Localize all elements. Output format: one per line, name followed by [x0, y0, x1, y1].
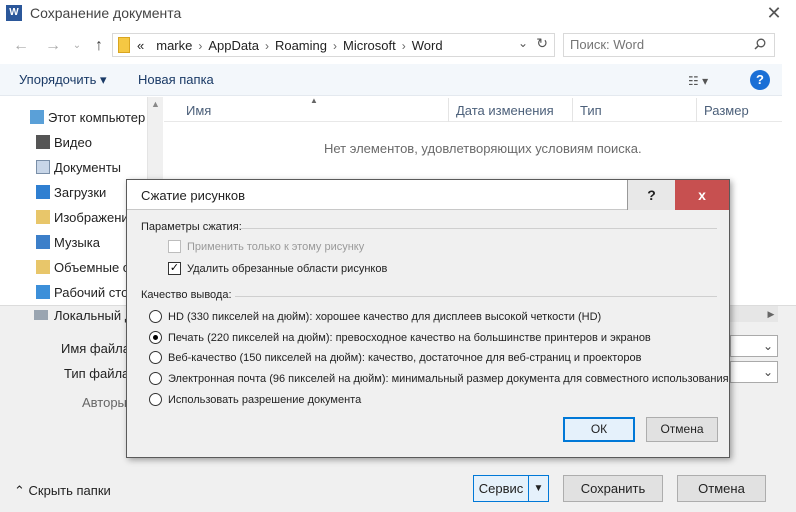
sidebar-item-desktop[interactable]: Рабочий сто	[36, 285, 128, 305]
service-button[interactable]: Сервис ▼	[473, 475, 549, 502]
breadcrumb-appdata[interactable]: AppData	[208, 38, 259, 53]
video-folder-icon	[36, 135, 50, 149]
filename-input[interactable]: ⌄	[730, 335, 778, 357]
filetype-select[interactable]: ⌄	[730, 361, 778, 383]
delete-cropped-checkbox[interactable]: ✓	[168, 262, 181, 275]
column-date-modified[interactable]: Дата изменения	[456, 103, 554, 118]
chevron-up-icon: ⌃	[14, 483, 25, 498]
breadcrumb-overflow[interactable]: «	[137, 38, 144, 53]
compress-pictures-dialog: Сжатие рисунков ? x Параметры сжатия: Пр…	[126, 179, 730, 458]
breadcrumb: « marke › AppData › Roaming › Microsoft › Word	[137, 38, 443, 53]
filetype-label: Тип файла	[64, 366, 130, 381]
column-type[interactable]: Тип	[580, 103, 602, 118]
column-name[interactable]: Имя	[186, 103, 211, 118]
authors-label: Авторы	[82, 395, 127, 410]
search-icon[interactable]	[754, 38, 766, 50]
sidebar-item-this-pc[interactable]: Этот компьютер	[30, 110, 145, 130]
dropdown-triangle-icon[interactable]: ▼	[528, 476, 548, 501]
sidebar-item-3d-objects[interactable]: Объемные о	[36, 260, 130, 280]
window-titlebar: W Сохранение документа ✕	[0, 0, 796, 28]
save-button[interactable]: Сохранить	[563, 475, 663, 502]
chevron-right-icon[interactable]: ›	[402, 39, 406, 53]
dialog-help-button[interactable]: ?	[627, 180, 675, 210]
computer-icon	[30, 110, 44, 124]
sidebar-item-local-disk[interactable]: Локальный д	[34, 308, 132, 323]
quality-radio-email[interactable]	[149, 372, 162, 385]
help-icon[interactable]: ?	[750, 70, 770, 90]
quality-label-web: Веб-качество (150 пикселей на дюйм): кач…	[168, 352, 642, 364]
sidebar-item-pictures[interactable]: Изображения	[36, 210, 136, 230]
desktop-folder-icon	[36, 285, 50, 299]
hide-folders-button[interactable]: ⌃ Скрыть папки	[14, 483, 111, 499]
breadcrumb-word[interactable]: Word	[412, 38, 443, 53]
column-size[interactable]: Размер	[704, 103, 749, 118]
drive-icon	[34, 310, 48, 320]
sidebar-item-music[interactable]: Музыка	[36, 235, 100, 255]
dialog-title: Сжатие рисунков	[141, 188, 246, 203]
cancel-button[interactable]: Отмена	[677, 475, 766, 502]
chevron-right-icon[interactable]: ›	[333, 39, 337, 53]
music-folder-icon	[36, 235, 50, 249]
breadcrumb-microsoft[interactable]: Microsoft	[343, 38, 396, 53]
ok-button[interactable]: ОК	[563, 417, 635, 442]
dialog-titlebar: Сжатие рисунков ? x	[127, 180, 729, 210]
quality-radio-hd[interactable]	[149, 310, 162, 323]
quality-label-print: Печать (220 пикселей на дюйм): превосход…	[168, 332, 651, 344]
view-options-icon[interactable]: ☷ ▾	[688, 74, 708, 88]
quality-label-hd: HD (330 пикселей на дюйм): хорошее качес…	[168, 311, 602, 323]
quality-label-email: Электронная почта (96 пикселей на дюйм):…	[168, 373, 729, 385]
empty-results-message: Нет элементов, удовлетворяющих условиям …	[324, 141, 642, 156]
quality-label-document: Использовать разрешение документа	[168, 394, 362, 406]
chevron-right-icon[interactable]: ›	[265, 39, 269, 53]
file-list-scrollbar[interactable]	[782, 64, 796, 304]
window-title: Сохранение документа	[30, 5, 182, 21]
scroll-up-icon[interactable]: ▲	[151, 99, 160, 109]
dialog-cancel-button[interactable]: Отмена	[646, 417, 718, 442]
chevron-down-icon[interactable]: ⌄	[763, 365, 773, 379]
search-box[interactable]	[563, 33, 775, 57]
new-folder-button[interactable]: Новая папка	[138, 72, 214, 87]
breadcrumb-marke[interactable]: marke	[156, 38, 192, 53]
recent-chevron-icon[interactable]: ⌄	[66, 35, 88, 57]
filename-label: Имя файла	[61, 341, 130, 356]
scroll-right-icon[interactable]: ▶	[764, 306, 778, 322]
search-input[interactable]	[570, 37, 750, 52]
apply-only-label: Применить только к этому рисунку	[187, 241, 365, 253]
sidebar-item-downloads[interactable]: Загрузки	[36, 185, 106, 205]
delete-cropped-label: Удалить обрезанные области рисунков	[187, 263, 388, 275]
back-arrow-icon[interactable]: ←	[10, 35, 32, 57]
sidebar-item-video[interactable]: Видео	[36, 135, 92, 155]
compression-params-label: Параметры сжатия:	[141, 221, 242, 233]
breadcrumb-roaming[interactable]: Roaming	[275, 38, 327, 53]
output-quality-label: Качество вывода:	[141, 289, 232, 301]
quality-radio-document[interactable]	[149, 393, 162, 406]
forward-arrow-icon[interactable]: →	[42, 35, 64, 57]
command-toolbar: Упорядочить ▾ Новая папка ☷ ▾ ?	[0, 64, 782, 96]
quality-radio-print[interactable]	[149, 331, 162, 344]
address-dropdown-icon[interactable]: ⌄	[518, 36, 528, 50]
up-arrow-icon[interactable]: ↑	[88, 35, 110, 57]
pictures-folder-icon	[36, 210, 50, 224]
documents-folder-icon	[36, 160, 50, 174]
3d-objects-folder-icon	[36, 260, 50, 274]
word-app-icon: W	[6, 5, 22, 21]
address-bar[interactable]: «marke › AppData › Roaming › Microsoft › Word ⌄ …	[112, 33, 555, 57]
window-close-button[interactable]: ✕	[762, 2, 786, 24]
apply-only-checkbox[interactable]	[168, 240, 181, 253]
sidebar-item-documents[interactable]: Документы	[36, 160, 121, 180]
downloads-folder-icon	[36, 185, 50, 199]
chevron-right-icon[interactable]: ›	[198, 39, 202, 53]
chevron-down-icon[interactable]: ⌄	[763, 339, 773, 353]
refresh-icon[interactable]: ↻	[536, 35, 548, 52]
quality-radio-web[interactable]	[149, 351, 162, 364]
dialog-close-button[interactable]: x	[675, 180, 729, 210]
organize-button[interactable]: Упорядочить ▾	[19, 72, 107, 88]
file-list-header: Имя Дата изменения Тип Размер	[164, 98, 782, 122]
folder-icon	[118, 37, 130, 53]
